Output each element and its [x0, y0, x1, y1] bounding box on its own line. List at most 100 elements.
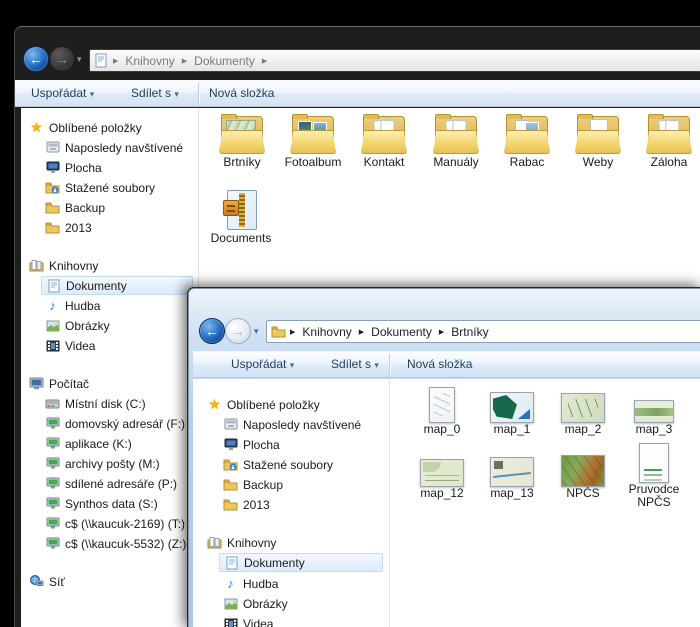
file-map_12[interactable]: map_12 [410, 445, 474, 500]
videos-icon [45, 338, 60, 353]
map-thumbnail-icon [420, 459, 464, 487]
breadcrumb-separator: ▶ [181, 57, 188, 65]
network-drive-icon [45, 436, 60, 451]
folder-zaloha[interactable]: Záloha [634, 112, 700, 169]
folder-rabac[interactable]: Rabac [492, 112, 562, 169]
network-drive-icon [45, 456, 60, 471]
file-list: map_0 map_1 map_2 map_3 map_12 [390, 379, 700, 627]
folder-kontakt[interactable]: Kontakt [349, 112, 419, 169]
sidebar-item-plocha[interactable]: Plocha [223, 435, 280, 454]
new-folder-button[interactable]: Nová složka [209, 86, 274, 100]
folder-manualy[interactable]: Manuály [421, 112, 491, 169]
music-note-icon: ♪ [45, 298, 60, 313]
sidebar-item-drive-t[interactable]: c$ (\\kaucuk-2169) (T:) [45, 514, 185, 533]
file-map_0[interactable]: map_0 [410, 381, 474, 436]
sidebar-item-drive-z[interactable]: c$ (\\kaucuk-5532) (Z:) [45, 534, 186, 553]
sidebar-item-backup[interactable]: Backup [223, 475, 283, 494]
file-map_2[interactable]: map_2 [551, 381, 615, 436]
file-map_13[interactable]: map_13 [480, 445, 544, 500]
history-dropdown[interactable]: ▾ [254, 327, 259, 336]
window1-titlebar[interactable] [15, 27, 700, 43]
back-button[interactable]: ← [23, 46, 49, 72]
window2-titlebar[interactable] [189, 289, 700, 315]
share-button[interactable]: Sdílet s ▾ [331, 357, 379, 371]
sidebar-item-plocha[interactable]: Plocha [45, 158, 102, 177]
sidebar-section-libraries[interactable]: Knihovny [207, 533, 276, 552]
breadcrumb-separator: ▶ [358, 328, 365, 336]
address-bar[interactable]: ▶ Knihovny ▶ Dokumenty ▶ Brtníky [266, 320, 700, 343]
sidebar-item-recent[interactable]: Naposledy navštívené [223, 415, 361, 434]
sidebar-section-network[interactable]: Síť [29, 572, 65, 591]
folder-weby[interactable]: Weby [563, 112, 633, 169]
sidebar-item-drive-f[interactable]: domovský adresář (F:) [45, 414, 185, 433]
chevron-down-icon: ▾ [374, 360, 379, 370]
sidebar-section-computer[interactable]: Počítač [29, 374, 89, 393]
sidebar-item-drive-s[interactable]: Synthos data (S:) [45, 494, 158, 513]
file-map_1[interactable]: map_1 [480, 381, 544, 436]
recent-places-icon [223, 417, 238, 432]
new-folder-button[interactable]: Nová složka [407, 357, 472, 371]
map-thumbnail-icon [561, 455, 605, 487]
sidebar-item-drive-p[interactable]: sdílené adresáře (P:) [45, 474, 177, 493]
sidebar-item-obrazky[interactable]: Obrázky [223, 594, 288, 613]
history-dropdown[interactable]: ▾ [77, 55, 82, 64]
folder-icon [432, 116, 480, 154]
file-documents-zip[interactable]: Documents [206, 188, 276, 245]
breadcrumb-dokumenty[interactable]: Dokumenty [191, 54, 258, 68]
sidebar-item-2013[interactable]: 2013 [223, 495, 270, 514]
breadcrumb-knihovny[interactable]: Knihovny [299, 325, 354, 339]
back-button[interactable]: ← [199, 318, 225, 344]
folder-icon [45, 220, 60, 235]
sidebar-item-videa[interactable]: Videa [223, 614, 273, 627]
sidebar-item-dokumenty[interactable]: Dokumenty [219, 553, 383, 572]
sidebar-item-recent[interactable]: Naposledy navštívené [45, 138, 183, 157]
forward-button[interactable]: → [225, 318, 251, 344]
navigation-pane: ★Oblíbené položky Naposledy navštívené P… [21, 108, 198, 627]
forward-button[interactable]: → [49, 46, 75, 72]
file-map_3[interactable]: map_3 [622, 381, 686, 436]
share-button[interactable]: Sdílet s ▾ [131, 86, 179, 100]
sidebar-item-hudba[interactable]: ♪Hudba [223, 574, 278, 593]
folder-fotoalbum[interactable]: Fotoalbum [278, 112, 348, 169]
sidebar-section-favorites[interactable]: ★Oblíbené položky [207, 395, 320, 414]
sidebar-item-drive-m[interactable]: archivy pošty (M:) [45, 454, 160, 473]
sidebar-item-backup[interactable]: Backup [45, 198, 105, 217]
sidebar-section-libraries[interactable]: Knihovny [29, 256, 98, 275]
zip-file-icon [223, 190, 259, 230]
network-drive-icon [45, 536, 60, 551]
folder-icon [503, 116, 551, 154]
sidebar-item-drive-k[interactable]: aplikace (K:) [45, 434, 132, 453]
organize-button[interactable]: Uspořádat ▾ [231, 357, 294, 371]
sidebar-item-dokumenty[interactable]: Dokumenty [41, 276, 193, 295]
music-note-icon: ♪ [223, 576, 238, 591]
organize-button[interactable]: Uspořádat ▾ [31, 86, 94, 100]
breadcrumb-dokumenty[interactable]: Dokumenty [368, 325, 435, 339]
toolbar-separator [198, 83, 199, 104]
sidebar-item-videa[interactable]: Videa [45, 336, 95, 355]
hard-disk-icon [45, 396, 60, 411]
folder-icon [271, 324, 286, 339]
map-thumbnail-icon [429, 387, 455, 423]
folder-icon [223, 477, 238, 492]
desktop-icon [45, 160, 60, 175]
folder-icon [360, 116, 408, 154]
sidebar-item-downloads[interactable]: Stažené soubory [223, 455, 333, 474]
breadcrumb-knihovny[interactable]: Knihovny [122, 54, 177, 68]
sidebar-item-downloads[interactable]: Stažené soubory [45, 178, 155, 197]
address-bar[interactable]: ▶ Knihovny ▶ Dokumenty ▶ [89, 49, 700, 72]
toolbar: Uspořádat ▾ Sdílet s ▾ Nová složka [15, 80, 700, 107]
file-npcs[interactable]: NPČS [551, 445, 615, 500]
sidebar-item-2013[interactable]: 2013 [45, 218, 92, 237]
folder-icon [645, 116, 693, 154]
breadcrumb-brtniky[interactable]: Brtníky [448, 325, 491, 339]
chevron-down-icon: ▾ [90, 89, 95, 99]
sidebar-item-disk-c[interactable]: Místní disk (C:) [45, 394, 146, 413]
sidebar-item-obrazky[interactable]: Obrázky [45, 316, 110, 335]
folder-brtniky[interactable]: Brtníky [207, 112, 277, 169]
videos-icon [223, 616, 238, 627]
sidebar-section-favorites[interactable]: ★Oblíbené položky [29, 118, 142, 137]
forward-arrow-icon: → [231, 324, 245, 338]
sidebar-item-hudba[interactable]: ♪Hudba [45, 296, 100, 315]
breadcrumb-separator: ▶ [112, 57, 119, 65]
file-pruvodce-npcs[interactable]: Pruvodce NPČS [622, 441, 686, 509]
